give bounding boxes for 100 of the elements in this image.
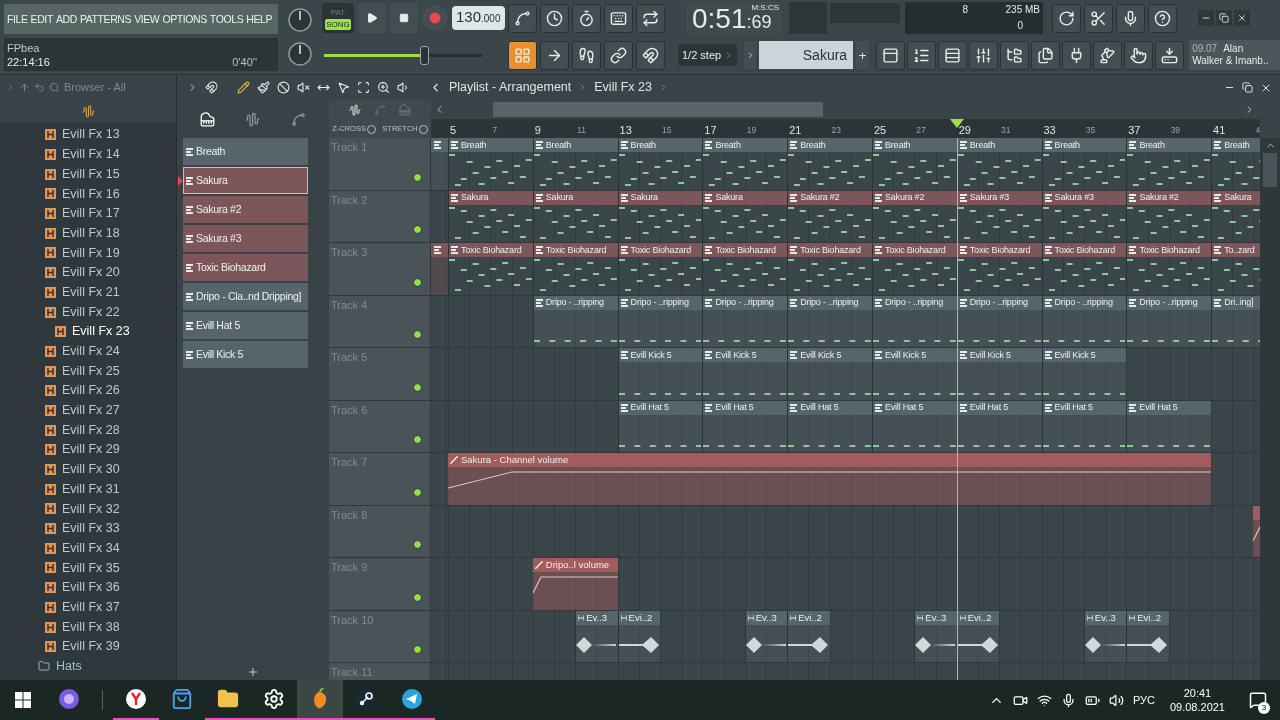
track-lane[interactable]: Sakura Sakura Sakura Sakura Sakura #2 Sakura #2 Sakura #3 Sakura #3 Sakura #2 Sakura: [431, 190, 1260, 242]
browser-item[interactable]: Evill Fx 35: [0, 558, 176, 578]
pattern-clip[interactable]: Toxic Biohazard: [1126, 243, 1212, 295]
add-pattern-button[interactable]: +: [856, 41, 870, 70]
track-lane[interactable]: Evill Hat 5 Evill Hat 5 Evill Hat 5 Evill Hat 5 Evill Hat 5 Evill Hat 5 Evill Hat 5: [431, 400, 1260, 452]
pattern-clip[interactable]: Sakura #3: [956, 190, 1042, 242]
pattern-clip[interactable]: Sakura #2: [872, 190, 957, 242]
pattern-clip[interactable]: Evill Kick 5: [787, 348, 872, 400]
pat-song-switch[interactable]: PAT SONG: [322, 3, 354, 34]
browser-item[interactable]: Evill Fx 19: [0, 243, 176, 263]
pattern-clip[interactable]: Breath: [872, 138, 957, 190]
browser-item[interactable]: Evill Fx 26: [0, 380, 176, 401]
browser-item[interactable]: Evill Fx 30: [0, 459, 176, 480]
pattern-clip[interactable]: Evill Hat 5: [617, 400, 703, 452]
pattern-clip[interactable]: Dripo - ..ripping: [1041, 295, 1127, 347]
pattern-clip[interactable]: Toxic Biohazard: [702, 243, 788, 295]
browser-item[interactable]: Evill Fx 33: [0, 518, 176, 539]
pattern-clip[interactable]: Breath: [1126, 138, 1212, 190]
browser-item[interactable]: Evill Fx 13: [0, 125, 176, 145]
track-lane[interactable]: Dripo..l volume: [431, 558, 1260, 610]
browser-item[interactable]: Evill Fx 15: [0, 164, 176, 185]
pattern-clip[interactable]: Dripo - ..ripping: [956, 295, 1042, 347]
mode-option[interactable]: PAT: [329, 6, 347, 18]
menu-item[interactable]: EDIT: [30, 13, 53, 25]
pattern-clip[interactable]: Toxic Biohazard: [617, 243, 703, 295]
pattern-clip[interactable]: Sakura: [532, 190, 618, 242]
pattern-clip[interactable]: Evill Hat 5: [956, 400, 1042, 452]
browser-item[interactable]: Evill Fx 37: [0, 597, 176, 618]
pattern-clip[interactable]: Toxic Biohazard: [532, 243, 618, 295]
browser-item[interactable]: Evill Fx 21: [0, 282, 176, 303]
browser-item[interactable]: Evill Fx 32: [0, 499, 176, 519]
browser-item[interactable]: Evill Fx 25: [0, 361, 176, 381]
pattern-item[interactable]: Sakura #3: [183, 225, 308, 252]
pattern-clip[interactable]: Dripo - ..ripping: [871, 295, 957, 347]
pattern-item[interactable]: Evill Hat 5: [183, 312, 308, 339]
news-panel[interactable]: 09.07 Alan Walker & Imanb..: [1189, 40, 1280, 71]
audio-clip[interactable]: Evi..2: [787, 610, 830, 662]
browser-item[interactable]: Evill Fx 17: [0, 203, 176, 224]
pattern-clip[interactable]: Evill Hat 5: [787, 400, 872, 452]
browser-item[interactable]: Evill Fx 18: [0, 223, 176, 244]
pattern-clip[interactable]: Evill Hat 5: [702, 400, 788, 452]
browser-folder[interactable]: Hats: [0, 656, 176, 677]
track-lane[interactable]: Evill Kick 5 Evill Kick 5 Evill Kick 5 Evill Kick 5 Evill Kick 5 Evill Kick 5: [431, 348, 1260, 400]
pattern-clip[interactable]: Breath: [617, 138, 703, 190]
pattern-clip[interactable]: Sakura #2: [787, 190, 872, 242]
browser-item[interactable]: Evill Fx 24: [0, 341, 176, 362]
pattern-clip[interactable]: Evill Kick 5: [1041, 348, 1127, 400]
pattern-clip[interactable]: Sakura: [702, 190, 788, 242]
pattern-clip[interactable]: Breath: [448, 138, 533, 190]
pattern-clip[interactable]: Evill Kick 5: [956, 348, 1042, 400]
menu-item[interactable]: PATTERNS: [79, 13, 132, 25]
pattern-item[interactable]: Dripo - Cla..nd Dripping]: [183, 283, 308, 310]
pattern-clip[interactable]: Breath: [787, 138, 872, 190]
audio-clip[interactable]: Ev..3: [575, 610, 618, 662]
language-indicator[interactable]: РУС: [1132, 691, 1155, 709]
pattern-item[interactable]: Sakura #2: [183, 196, 308, 223]
audio-clip[interactable]: Evi..2: [956, 610, 1000, 662]
audio-clip[interactable]: Evi..2: [1126, 610, 1169, 662]
automation-clip[interactable]: Dripo..l volume: [532, 558, 618, 610]
audio-clip[interactable]: Ev..3: [744, 610, 788, 662]
pattern-item[interactable]: Toxic Biohazard: [183, 254, 308, 281]
clock[interactable]: 20:41 09.08.2021: [1163, 686, 1231, 714]
browser-item[interactable]: Evill Fx 27: [0, 400, 176, 421]
pattern-clip[interactable]: Sakura #2: [1126, 190, 1212, 242]
pattern-item[interactable]: Sakura: [183, 167, 308, 194]
browser-item[interactable]: Evill Fx 36: [0, 577, 176, 598]
browser-item[interactable]: Evill Fx 16: [0, 184, 176, 204]
browser-item[interactable]: Evill Fx 31: [0, 479, 176, 500]
audio-clip[interactable]: Ev..3: [914, 610, 957, 662]
pattern-clip[interactable]: Toxic Biohazard: [956, 243, 1042, 295]
pattern-clip[interactable]: Toxic Biohazard: [1041, 243, 1127, 295]
pattern-clip[interactable]: Toxic Biohazard: [872, 243, 957, 295]
menu-item[interactable]: OPTIONS: [162, 13, 207, 25]
pattern-clip[interactable]: Toxic Biohazard: [787, 243, 872, 295]
pattern-clip[interactable]: Dripo - ..ripping: [532, 295, 618, 347]
browser-item[interactable]: Evill Fx 38: [0, 617, 176, 637]
snap-selector[interactable]: 1/2 step: [678, 44, 738, 67]
pattern-item[interactable]: Breath: [183, 138, 308, 165]
pattern-clip[interactable]: Toxic Biohazard: [448, 243, 533, 295]
menu-item[interactable]: HELP: [246, 13, 273, 25]
pattern-clip[interactable]: Evill Hat 5: [1041, 400, 1127, 452]
pattern-clip[interactable]: Evill Kick 5: [871, 348, 957, 400]
pattern-clip[interactable]: Breath: [532, 138, 618, 190]
track-lane[interactable]: Breath Breath Breath Breath Breath Breath Breath Breath Breath Breath: [431, 138, 1260, 190]
browser-item[interactable]: Evill Fx 39: [0, 636, 176, 657]
menu-item[interactable]: FILE: [7, 13, 28, 25]
mode-option[interactable]: SONG: [325, 18, 351, 30]
pattern-clip[interactable]: Dripo - ..ripping: [787, 295, 872, 347]
menu-item[interactable]: VIEW: [134, 13, 160, 25]
pattern-clip[interactable]: Breath: [956, 138, 1042, 190]
browser-item[interactable]: Evill Fx 20: [0, 262, 176, 283]
pattern-clip[interactable]: Breath: [1041, 138, 1127, 190]
track-lane[interactable]: Dripo - ..ripping Dripo - ..ripping Dripo - ..ripping Dripo - ..ripping Dripo - ..ripping Dripo - ..ripping Dripo - ..ripping Dripo - ..ripping Dri..ing]: [431, 295, 1260, 347]
menu-item[interactable]: TOOLS: [209, 13, 244, 25]
notification-button[interactable]: 3: [1240, 680, 1276, 720]
pattern-clip[interactable]: Breath: [702, 138, 788, 190]
pattern-clip[interactable]: Evill Hat 5: [871, 400, 957, 452]
pattern-clip[interactable]: Dripo - ..ripping: [702, 295, 788, 347]
browser-item[interactable]: Evill Fx 28: [0, 420, 176, 440]
pattern-clip[interactable]: Sakura: [617, 190, 703, 242]
